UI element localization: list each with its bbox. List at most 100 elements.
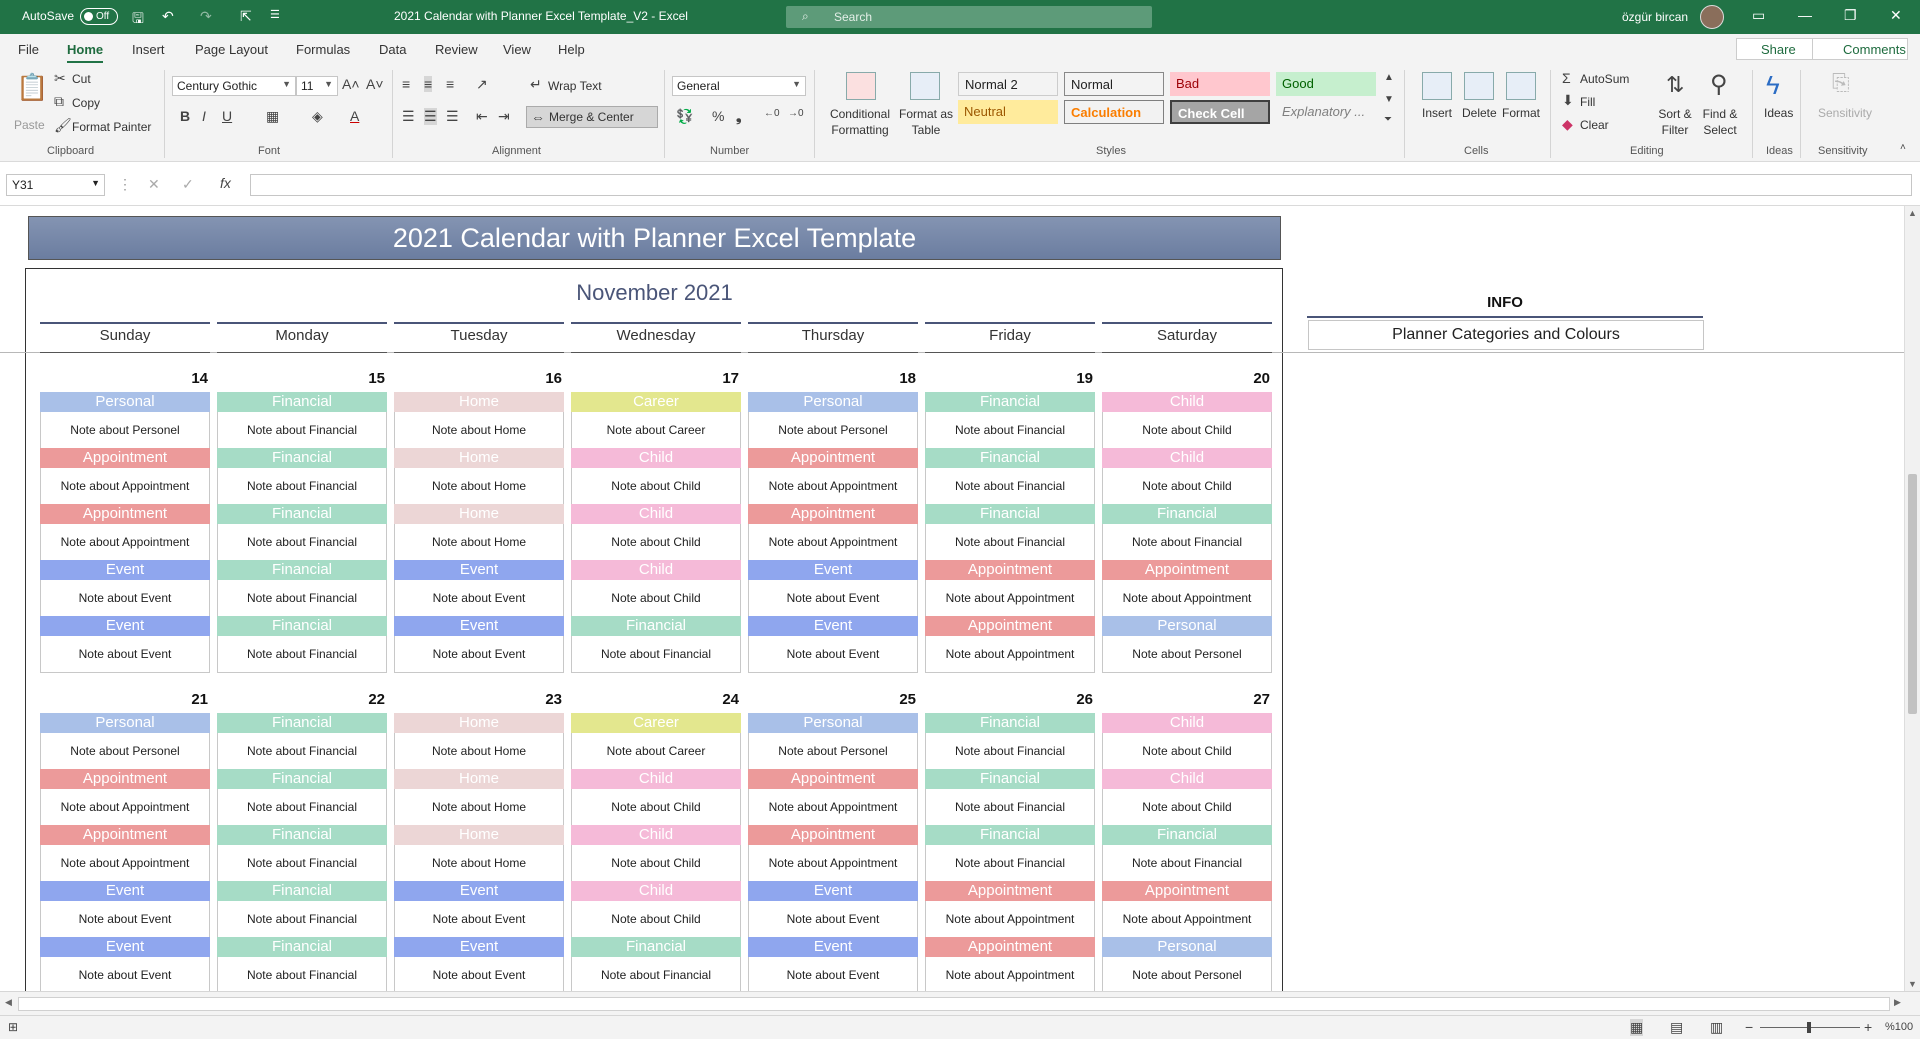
font-color-icon[interactable]: A: [350, 108, 359, 124]
tab-view[interactable]: View: [503, 42, 531, 57]
category-label[interactable]: Career: [571, 392, 741, 412]
ideas-button[interactable]: Ideas: [1764, 106, 1793, 120]
number-format-combo[interactable]: General ▼: [672, 76, 806, 96]
note-cell[interactable]: Note about Financial: [217, 524, 387, 560]
note-cell[interactable]: Note about Appointment: [925, 580, 1095, 616]
page-layout-view-icon[interactable]: ▤: [1670, 1019, 1683, 1036]
style-normal-2[interactable]: Normal 2: [958, 72, 1058, 96]
note-cell[interactable]: Note about Event: [748, 957, 918, 991]
formula-input[interactable]: [250, 174, 1912, 196]
category-label[interactable]: Child: [571, 881, 741, 901]
category-label[interactable]: Financial: [217, 448, 387, 468]
note-cell[interactable]: Note about Financial: [925, 468, 1095, 504]
note-cell[interactable]: Note about Home: [394, 468, 564, 504]
category-label[interactable]: Financial: [925, 448, 1095, 468]
note-cell[interactable]: Note about Event: [748, 636, 918, 672]
category-label[interactable]: Financial: [217, 560, 387, 580]
note-cell[interactable]: Note about Financial: [217, 901, 387, 937]
category-label[interactable]: Event: [394, 616, 564, 636]
note-cell[interactable]: Note about Financial: [925, 524, 1095, 560]
italic-icon[interactable]: I: [202, 108, 206, 124]
format-cells-button[interactable]: Format: [1502, 106, 1540, 120]
note-cell[interactable]: Note about Financial: [925, 412, 1095, 448]
category-label[interactable]: Home: [394, 713, 564, 733]
tab-data[interactable]: Data: [379, 42, 406, 57]
category-label[interactable]: Event: [748, 560, 918, 580]
note-cell[interactable]: Note about Event: [748, 901, 918, 937]
tab-file[interactable]: File: [18, 42, 39, 57]
pointer-icon[interactable]: ⇱: [240, 8, 252, 25]
category-label[interactable]: Financial: [217, 392, 387, 412]
category-label[interactable]: Event: [748, 937, 918, 957]
wrap-text-button[interactable]: Wrap Text: [548, 79, 602, 93]
font-name-combo[interactable]: Century Gothic ▼: [172, 76, 296, 96]
merge-center-button[interactable]: ⇔ Merge & Center: [526, 106, 658, 128]
horizontal-scrollbar[interactable]: ◀ ▶: [0, 991, 1920, 1015]
orientation-icon[interactable]: ↗: [476, 76, 488, 93]
increase-font-icon[interactable]: A˄: [342, 76, 360, 92]
scroll-track[interactable]: [18, 997, 1890, 1011]
scroll-right-icon[interactable]: ▶: [1894, 997, 1901, 1008]
category-label[interactable]: Personal: [1102, 616, 1272, 636]
zoom-in-icon[interactable]: +: [1864, 1019, 1872, 1035]
autosum-button[interactable]: AutoSum: [1580, 72, 1629, 86]
restore-icon[interactable]: ❐: [1844, 7, 1857, 24]
note-cell[interactable]: Note about Financial: [217, 580, 387, 616]
avatar[interactable]: [1700, 5, 1724, 29]
style-explanatory[interactable]: Explanatory ...: [1276, 100, 1376, 124]
category-label[interactable]: Child: [1102, 713, 1272, 733]
tab-review[interactable]: Review: [435, 42, 478, 57]
enter-icon[interactable]: ✓: [182, 176, 194, 193]
sensitivity-button[interactable]: Sensitivity: [1818, 106, 1872, 120]
note-cell[interactable]: Note about Home: [394, 412, 564, 448]
category-label[interactable]: Event: [748, 616, 918, 636]
category-label[interactable]: Financial: [925, 713, 1095, 733]
undo-icon[interactable]: ↶: [162, 8, 174, 25]
scroll-up-icon[interactable]: ▲: [1908, 208, 1917, 218]
close-icon[interactable]: ✕: [1890, 7, 1902, 24]
category-label[interactable]: Appointment: [1102, 560, 1272, 580]
insert-cells-button[interactable]: Insert: [1422, 106, 1452, 120]
conditional-formatting-button[interactable]: Conditional Formatting: [824, 106, 896, 138]
zoom-out-icon[interactable]: −: [1745, 1019, 1753, 1035]
note-cell[interactable]: Note about Financial: [571, 957, 741, 991]
user-name[interactable]: özgür bircan: [1622, 10, 1688, 24]
note-cell[interactable]: Note about Financial: [217, 468, 387, 504]
category-label[interactable]: Home: [394, 825, 564, 845]
insert-function-icon[interactable]: fx: [220, 175, 231, 191]
increase-indent-icon[interactable]: ⇥: [498, 108, 510, 125]
note-cell[interactable]: Note about Event: [394, 901, 564, 937]
category-label[interactable]: Child: [571, 825, 741, 845]
redo-icon[interactable]: ↷: [200, 8, 212, 25]
category-label[interactable]: Appointment: [748, 448, 918, 468]
category-label[interactable]: Personal: [748, 392, 918, 412]
tab-page-layout[interactable]: Page Layout: [195, 42, 268, 57]
normal-view-icon[interactable]: ▦: [1630, 1019, 1644, 1036]
clear-button[interactable]: Clear: [1580, 118, 1609, 132]
category-label[interactable]: Home: [394, 392, 564, 412]
scroll-left-icon[interactable]: ◀: [5, 997, 12, 1008]
category-label[interactable]: Personal: [40, 713, 210, 733]
align-center-icon[interactable]: ☰: [424, 108, 437, 125]
share-button[interactable]: Share: [1736, 38, 1814, 60]
note-cell[interactable]: Note about Home: [394, 733, 564, 769]
fill-color-icon[interactable]: ◈: [312, 108, 323, 125]
note-cell[interactable]: Note about Event: [394, 957, 564, 991]
note-cell[interactable]: Note about Appointment: [40, 789, 210, 825]
note-cell[interactable]: Note about Financial: [1102, 524, 1272, 560]
note-cell[interactable]: Note about Financial: [925, 845, 1095, 881]
note-cell[interactable]: Note about Child: [571, 580, 741, 616]
category-label[interactable]: Event: [394, 937, 564, 957]
note-cell[interactable]: Note about Personel: [748, 733, 918, 769]
note-cell[interactable]: Note about Appointment: [40, 524, 210, 560]
ribbon-display-icon[interactable]: ▭: [1752, 7, 1765, 24]
category-label[interactable]: Child: [571, 560, 741, 580]
cut-button[interactable]: Cut: [72, 72, 91, 86]
tab-formulas[interactable]: Formulas: [296, 42, 350, 57]
category-label[interactable]: Child: [571, 769, 741, 789]
macro-record-icon[interactable]: ⊞: [8, 1020, 18, 1034]
style-calculation[interactable]: Calculation: [1064, 100, 1164, 124]
category-label[interactable]: Financial: [217, 616, 387, 636]
align-left-icon[interactable]: ☰: [402, 108, 415, 125]
category-label[interactable]: Appointment: [748, 504, 918, 524]
